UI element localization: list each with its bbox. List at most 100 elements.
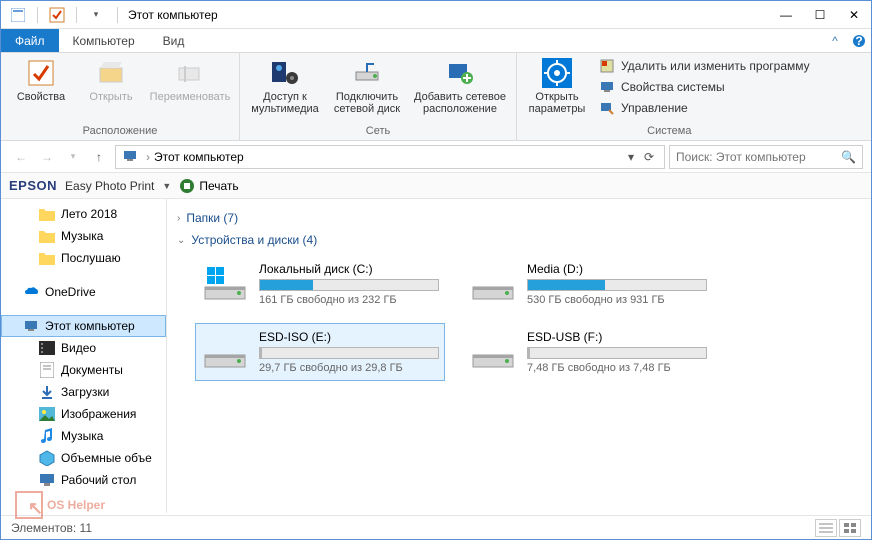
- tree-folder[interactable]: Послушаю: [1, 247, 166, 269]
- tree-label: Видео: [61, 341, 96, 355]
- tree-label: Музыка: [61, 229, 103, 243]
- title-bar: ▾ Этот компьютер — ☐ ✕: [1, 1, 871, 29]
- quick-dropdown-icon[interactable]: ▾: [85, 5, 107, 25]
- add-netloc-button[interactable]: Добавить сетевое расположение: [410, 55, 510, 117]
- tree-label: OneDrive: [45, 285, 96, 299]
- status-bar: Элементов: 11: [1, 515, 871, 539]
- uninstall-button[interactable]: Удалить или изменить программу: [593, 57, 816, 75]
- drive-item[interactable]: Локальный диск (C:)161 ГБ свободно из 23…: [195, 255, 445, 313]
- pc-icon: [23, 318, 39, 334]
- details-view-button[interactable]: [815, 519, 837, 537]
- search-input[interactable]: [676, 150, 841, 164]
- addnet-label: Добавить сетевое расположение: [414, 91, 506, 115]
- tree-documents[interactable]: Документы: [1, 359, 166, 381]
- recent-dropdown[interactable]: ▾: [61, 145, 85, 169]
- tab-computer[interactable]: Компьютер: [59, 29, 149, 52]
- drive-item[interactable]: ESD-ISO (E:)29,7 ГБ свободно из 29,8 ГБ: [195, 323, 445, 381]
- folder-icon: [39, 206, 55, 222]
- open-icon: [95, 57, 127, 89]
- picture-icon: [39, 406, 55, 422]
- netdrive-icon: [351, 57, 383, 89]
- tree-desktop[interactable]: Рабочий стол: [1, 469, 166, 491]
- media-icon: [269, 57, 301, 89]
- print-button[interactable]: Печать: [179, 178, 238, 194]
- tree-thispc[interactable]: Этот компьютер: [1, 315, 166, 337]
- properties-icon: [25, 57, 57, 89]
- tree-onedrive[interactable]: OneDrive: [1, 281, 166, 303]
- quick-access-toolbar: ▾: [1, 5, 113, 25]
- drive-icon: [201, 259, 249, 307]
- tree-pictures[interactable]: Изображения: [1, 403, 166, 425]
- forward-button[interactable]: →: [35, 145, 59, 169]
- address-text[interactable]: Этот компьютер: [154, 150, 622, 164]
- drive-icon: [469, 327, 517, 375]
- tiles-view-button[interactable]: [839, 519, 861, 537]
- ribbon-group-label: Сеть: [246, 125, 510, 138]
- chevron-down-icon: ⌄: [177, 235, 185, 246]
- drive-free-text: 530 ГБ свободно из 931 ГБ: [527, 294, 707, 306]
- manage-label: Управление: [621, 101, 688, 115]
- search-icon[interactable]: 🔍: [841, 150, 856, 164]
- drives-grid: Локальный диск (C:)161 ГБ свободно из 23…: [195, 255, 861, 381]
- folder-icon: [39, 228, 55, 244]
- rename-button[interactable]: Переименовать: [147, 55, 233, 105]
- doc-icon: [39, 362, 55, 378]
- tree-folder[interactable]: Музыка: [1, 225, 166, 247]
- tree-folder[interactable]: Лето 2018: [1, 203, 166, 225]
- drives-label: Устройства и диски (4): [191, 233, 317, 247]
- search-box[interactable]: 🔍: [669, 145, 863, 169]
- open-label: Открыть: [89, 91, 132, 103]
- epson-dropdown-icon[interactable]: ▼: [162, 181, 171, 191]
- drive-name: ESD-USB (F:): [527, 330, 707, 344]
- close-button[interactable]: ✕: [837, 2, 871, 28]
- address-dropdown-icon[interactable]: ▾: [622, 150, 640, 164]
- props-quick-icon[interactable]: [46, 5, 68, 25]
- up-button[interactable]: ↑: [87, 145, 111, 169]
- section-drives[interactable]: ⌄ Устройства и диски (4): [177, 233, 861, 247]
- manage-button[interactable]: Управление: [593, 99, 816, 117]
- sysprops-button[interactable]: Свойства системы: [593, 78, 816, 96]
- media-access-button[interactable]: Доступ к мультимедиа: [246, 55, 324, 117]
- capacity-bar: [259, 347, 439, 359]
- drive-name: Media (D:): [527, 262, 707, 276]
- open-button[interactable]: Открыть: [77, 55, 145, 105]
- breadcrumb-chevron[interactable]: ›: [146, 150, 150, 164]
- ribbon-group-location: Свойства Открыть Переименовать Расположе…: [1, 53, 240, 140]
- open-settings-button[interactable]: Открыть параметры: [523, 55, 591, 117]
- maximize-button[interactable]: ☐: [803, 2, 837, 28]
- ribbon-group-label: Расположение: [7, 125, 233, 138]
- drive-name: Локальный диск (C:): [259, 262, 439, 276]
- properties-button[interactable]: Свойства: [7, 55, 75, 105]
- view-mode-buttons: [815, 519, 861, 537]
- settings-icon: [541, 57, 573, 89]
- ribbon: Свойства Открыть Переименовать Расположе…: [1, 53, 871, 141]
- cube-icon: [39, 450, 55, 466]
- drive-item[interactable]: Media (D:) 530 ГБ свободно из 931 ГБ: [463, 255, 713, 313]
- minimize-button[interactable]: —: [769, 2, 803, 28]
- map-drive-button[interactable]: Подключить сетевой диск: [326, 55, 408, 117]
- drive-icon: [201, 327, 249, 375]
- video-icon: [39, 340, 55, 356]
- tab-file[interactable]: Файл: [1, 29, 59, 52]
- address-box[interactable]: › Этот компьютер ▾ ⟳: [115, 145, 665, 169]
- tree-downloads[interactable]: Загрузки: [1, 381, 166, 403]
- tab-view[interactable]: Вид: [149, 29, 199, 52]
- section-folders[interactable]: › Папки (7): [177, 211, 861, 225]
- capacity-bar: [527, 279, 707, 291]
- back-button[interactable]: ←: [9, 145, 33, 169]
- app-icon[interactable]: [7, 5, 29, 25]
- drive-item[interactable]: ESD-USB (F:)7,48 ГБ свободно из 7,48 ГБ: [463, 323, 713, 381]
- refresh-icon[interactable]: ⟳: [640, 150, 658, 164]
- ribbon-collapse-icon[interactable]: ^: [823, 29, 847, 52]
- help-icon[interactable]: ?: [847, 29, 871, 52]
- epson-app-label: Easy Photo Print: [65, 179, 154, 193]
- ribbon-group-system: Открыть параметры Удалить или изменить п…: [517, 53, 822, 140]
- tree-videos[interactable]: Видео: [1, 337, 166, 359]
- ribbon-group-network: Доступ к мультимедиа Подключить сетевой …: [240, 53, 517, 140]
- tree-music[interactable]: Музыка: [1, 425, 166, 447]
- tree-3dobjects[interactable]: Объемные объе: [1, 447, 166, 469]
- content-pane: › Папки (7) ⌄ Устройства и диски (4) Лок…: [167, 199, 871, 513]
- drive-free-text: 29,7 ГБ свободно из 29,8 ГБ: [259, 362, 439, 374]
- chevron-right-icon: ›: [177, 213, 180, 224]
- rename-label: Переименовать: [150, 91, 231, 103]
